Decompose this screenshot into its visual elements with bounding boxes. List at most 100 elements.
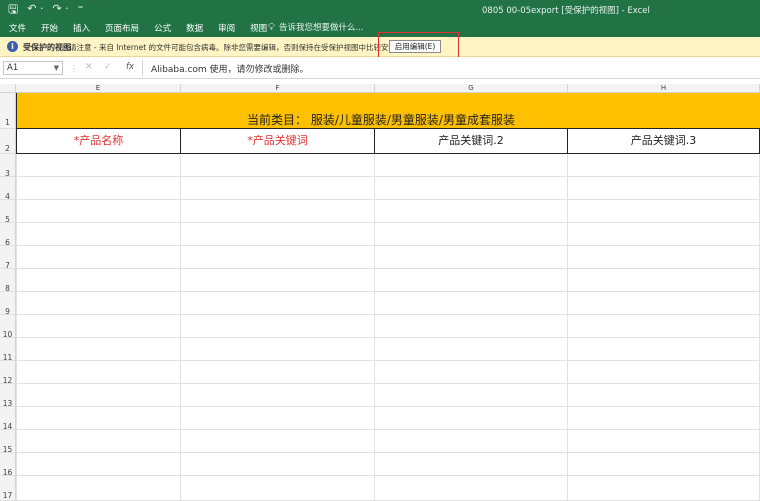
grid-cell[interactable]	[568, 430, 760, 453]
grid-cell[interactable]	[181, 315, 375, 338]
grid-cell[interactable]	[568, 269, 760, 292]
row-header-11[interactable]: 11	[0, 338, 16, 362]
grid-cell[interactable]	[16, 200, 181, 223]
grid-cell[interactable]	[181, 223, 375, 246]
row-header-4[interactable]: 4	[0, 177, 16, 201]
grid-cell[interactable]	[568, 200, 760, 223]
grid-cell[interactable]	[375, 430, 568, 453]
grid-cell[interactable]	[568, 154, 760, 177]
header-product-keyword-3[interactable]: 产品关键词.3	[568, 129, 760, 154]
grid-cell[interactable]	[568, 315, 760, 338]
row-header-10[interactable]: 10	[0, 315, 16, 339]
enable-editing-button[interactable]: 启用编辑(E)	[389, 40, 441, 53]
grid-cell[interactable]	[16, 269, 181, 292]
tab-file[interactable]: 文件	[9, 22, 26, 34]
grid-cell[interactable]	[16, 292, 181, 315]
tab-home[interactable]: 开始	[41, 22, 58, 34]
cancel-icon[interactable]: ✕	[85, 62, 93, 72]
grid-cell[interactable]	[16, 154, 181, 177]
tab-review[interactable]: 审阅	[218, 22, 235, 34]
select-all-corner[interactable]	[0, 84, 16, 93]
grid-cell[interactable]	[181, 430, 375, 453]
grid-cell[interactable]	[375, 476, 568, 501]
save-icon[interactable]: 🖫	[8, 3, 18, 15]
tab-view[interactable]: 视图	[250, 22, 267, 34]
row-header-16[interactable]: 16	[0, 453, 16, 477]
row-header-12[interactable]: 12	[0, 361, 16, 385]
grid-cell[interactable]	[16, 407, 181, 430]
row-header-15[interactable]: 15	[0, 430, 16, 454]
grid-cell[interactable]	[181, 269, 375, 292]
grid-cell[interactable]	[375, 407, 568, 430]
grid-cell[interactable]	[181, 292, 375, 315]
grid-cell[interactable]	[375, 200, 568, 223]
column-header-e[interactable]: E	[16, 84, 181, 93]
grid-cell[interactable]	[375, 361, 568, 384]
undo-icon[interactable]: ↶ ·	[27, 3, 43, 15]
grid-cell[interactable]	[375, 269, 568, 292]
grid-cell[interactable]	[568, 384, 760, 407]
row-header-3[interactable]: 3	[0, 154, 16, 178]
grid-cell[interactable]	[16, 223, 181, 246]
grid-cell[interactable]	[16, 453, 181, 476]
grid-cell[interactable]	[181, 453, 375, 476]
grid-cell[interactable]	[568, 223, 760, 246]
grid-cell[interactable]	[375, 246, 568, 269]
grid-cell[interactable]	[16, 361, 181, 384]
category-cell[interactable]: 当前类目： 服装/儿童服装/男童服装/男童成套服装	[16, 93, 760, 129]
grid-cell[interactable]	[16, 338, 181, 361]
grid-cell[interactable]	[16, 315, 181, 338]
column-header-g[interactable]: G	[375, 84, 568, 93]
header-product-name[interactable]: *产品名称	[16, 129, 181, 154]
row-header-2[interactable]: 2	[0, 129, 16, 154]
grid-cell[interactable]	[181, 384, 375, 407]
name-box[interactable]: A1 ▼	[3, 61, 63, 75]
column-header-h[interactable]: H	[568, 84, 760, 93]
grid-cell[interactable]	[375, 384, 568, 407]
grid-cell[interactable]	[16, 177, 181, 200]
row-header-5[interactable]: 5	[0, 200, 16, 224]
row-header-7[interactable]: 7	[0, 246, 16, 270]
grid-cell[interactable]	[568, 292, 760, 315]
grid-cell[interactable]	[16, 384, 181, 407]
grid-cell[interactable]	[375, 292, 568, 315]
grid-cell[interactable]	[568, 246, 760, 269]
row-header-17[interactable]: 17	[0, 476, 16, 501]
row-header-6[interactable]: 6	[0, 223, 16, 247]
grid-cell[interactable]	[568, 476, 760, 501]
grid-cell[interactable]	[568, 177, 760, 200]
grid-cell[interactable]	[181, 177, 375, 200]
customize-qat-icon[interactable]: ⁼	[78, 3, 84, 15]
confirm-icon[interactable]: ✓	[104, 62, 112, 72]
grid-cell[interactable]	[181, 361, 375, 384]
grid-cell[interactable]	[16, 246, 181, 269]
grid-cell[interactable]	[375, 315, 568, 338]
row-header-8[interactable]: 8	[0, 269, 16, 293]
grid-cell[interactable]	[16, 430, 181, 453]
tab-page-layout[interactable]: 页面布局	[105, 22, 139, 34]
grid-cell[interactable]	[375, 154, 568, 177]
insert-function-icon[interactable]: fx	[126, 62, 134, 72]
grid-cell[interactable]	[181, 407, 375, 430]
grid-cell[interactable]	[375, 453, 568, 476]
grid-cell[interactable]	[181, 154, 375, 177]
tab-formulas[interactable]: 公式	[154, 22, 171, 34]
grid-cell[interactable]	[375, 177, 568, 200]
grid-cell[interactable]	[568, 407, 760, 430]
row-header-1[interactable]: 1	[0, 93, 16, 129]
header-product-keyword[interactable]: *产品关键词	[181, 129, 375, 154]
tab-data[interactable]: 数据	[186, 22, 203, 34]
grid-cell[interactable]	[568, 338, 760, 361]
grid-cell[interactable]	[181, 200, 375, 223]
row-header-14[interactable]: 14	[0, 407, 16, 431]
tell-me-box[interactable]: 💡︎ 告诉我您想要做什么...	[268, 21, 364, 34]
grid-cell[interactable]	[181, 246, 375, 269]
grid-cell[interactable]	[16, 476, 181, 501]
column-header-f[interactable]: F	[181, 84, 375, 93]
grid-cell[interactable]	[181, 338, 375, 361]
grid-cell[interactable]	[568, 361, 760, 384]
grid-cell[interactable]	[375, 223, 568, 246]
row-header-9[interactable]: 9	[0, 292, 16, 316]
chevron-down-icon[interactable]: ▼	[54, 62, 59, 74]
grid-cell[interactable]	[181, 476, 375, 501]
